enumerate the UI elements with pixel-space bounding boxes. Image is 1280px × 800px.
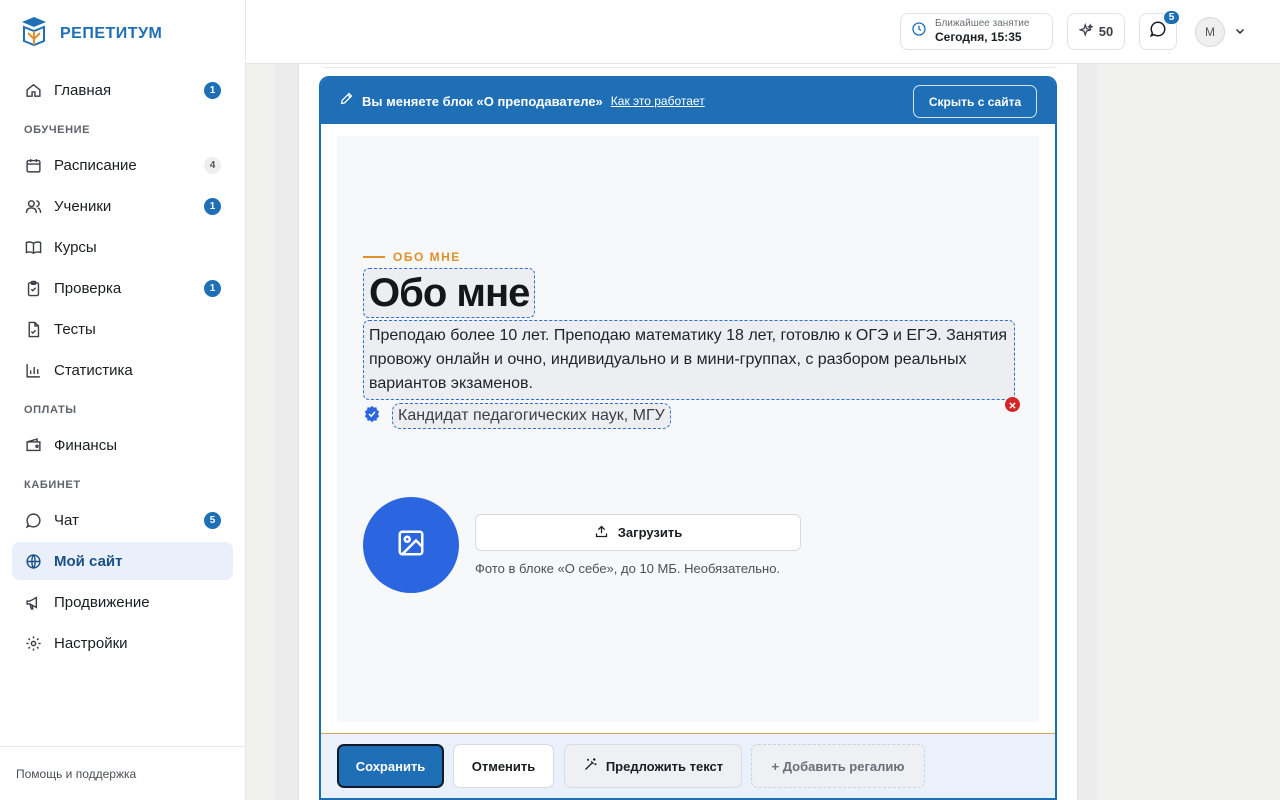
section-title-cabinet: КАБИНЕТ (24, 478, 81, 491)
sidebar-item-settings[interactable]: Настройки (12, 624, 233, 662)
sidebar: РЕПЕТИТУМ Главная 1 ОБУЧЕНИЕ Расписание … (0, 0, 246, 800)
sidebar-item-label: Курсы (54, 238, 97, 256)
suggest-label: Предложить текст (605, 758, 724, 774)
section-title-learning: ОБУЧЕНИЕ (24, 123, 91, 136)
review-badge: 1 (204, 280, 221, 297)
sidebar-item-schedule[interactable]: Расписание 4 (12, 146, 233, 184)
bar-chart-icon (24, 361, 42, 379)
save-button[interactable]: Сохранить (337, 744, 444, 788)
sidebar-item-tests[interactable]: Тесты (12, 310, 233, 348)
sidebar-item-label: Настройки (54, 634, 128, 652)
chat-badge: 5 (204, 512, 221, 529)
block-editor: Вы меняете блок «О преподавателе» Как эт… (319, 76, 1057, 800)
suggest-text-button[interactable]: Предложить текст (564, 744, 742, 788)
points-value: 50 (1098, 24, 1114, 39)
help-link[interactable]: Помощь и поддержка (0, 746, 245, 800)
sidebar-item-label: Проверка (54, 279, 122, 297)
close-icon (1009, 396, 1016, 414)
add-regalia-button[interactable]: + Добавить регалию (751, 744, 925, 788)
photo-placeholder[interactable] (363, 497, 459, 593)
wallet-icon (24, 436, 42, 454)
brand-name: РЕПЕТИТУМ (60, 24, 163, 42)
students-badge: 1 (204, 198, 221, 215)
hide-from-site-button[interactable]: Скрыть с сайта (913, 85, 1037, 118)
image-icon (396, 528, 426, 563)
magic-wand-icon (583, 757, 598, 775)
clock-icon (911, 21, 927, 42)
sidebar-item-chat[interactable]: Чат 5 (12, 501, 233, 539)
chat-bubble-icon (24, 511, 42, 529)
sparkles-icon (1078, 22, 1094, 41)
section-title-payments: ОПЛАТЫ (24, 403, 77, 416)
sidebar-item-label: Ученики (54, 197, 112, 215)
sidebar-item-label: Тесты (54, 320, 96, 338)
editor-banner-title: Вы меняете блок «О преподавателе» (362, 93, 603, 109)
editable-about-text[interactable]: Преподаю более 10 лет. Преподаю математи… (363, 320, 1015, 400)
sidebar-item-home[interactable]: Главная 1 (12, 71, 233, 109)
messages-badge: 5 (1163, 10, 1180, 25)
chat-bubble-icon (1149, 20, 1167, 43)
sidebar-item-label: Статистика (54, 361, 133, 379)
eyebrow-text: ОБО МНЕ (393, 250, 461, 264)
regalia-item: Кандидат педагогических наук, МГУ (363, 403, 671, 429)
sidebar-item-label: Мой сайт (54, 552, 123, 570)
sidebar-item-label: Чат (54, 511, 79, 529)
home-badge: 1 (204, 82, 221, 99)
pencil-icon (339, 91, 354, 111)
gear-icon (24, 634, 42, 652)
messages-button[interactable]: 5 (1139, 10, 1180, 50)
megaphone-icon (24, 593, 42, 611)
sidebar-item-label: Продвижение (54, 593, 150, 611)
sidebar-item-promo[interactable]: Продвижение (12, 583, 233, 621)
sidebar-item-label: Главная (54, 81, 112, 99)
upload-hint: Фото в блоке «О себе», до 10 МБ. Необяза… (475, 561, 781, 576)
schedule-badge: 4 (204, 157, 221, 174)
points-button[interactable]: 50 (1067, 13, 1125, 50)
sidebar-nav: Главная 1 ОБУЧЕНИЕ Расписание 4 Ученики … (12, 71, 233, 665)
sidebar-item-stats[interactable]: Статистика (12, 351, 233, 389)
cancel-button[interactable]: Отменить (453, 744, 554, 788)
verified-badge-icon (363, 405, 381, 428)
book-icon (24, 238, 42, 256)
sidebar-item-review[interactable]: Проверка 1 (12, 269, 233, 307)
sidebar-item-label: Расписание (54, 156, 137, 174)
upload-photo-button[interactable]: Загрузить (475, 514, 801, 551)
brand-logo[interactable]: РЕПЕТИТУМ (20, 15, 162, 52)
block-preview: ОБО МНЕ Обо мне Преподаю более 10 лет. П… (337, 136, 1039, 722)
remove-text-button[interactable] (1005, 397, 1020, 412)
editor-actions: Сохранить Отменить Предложить текст + До… (321, 733, 1055, 798)
sidebar-item-students[interactable]: Ученики 1 (12, 187, 233, 225)
logo-icon (20, 15, 48, 52)
sidebar-item-courses[interactable]: Курсы (12, 228, 233, 266)
calendar-icon (24, 156, 42, 174)
section-eyebrow: ОБО МНЕ (363, 250, 461, 264)
upload-icon (594, 524, 609, 542)
users-icon (24, 197, 42, 215)
topbar: Ближайшее занятие Сегодня, 15:35 50 5 М (246, 0, 1280, 64)
upload-label: Загрузить (617, 525, 683, 540)
next-lesson-time: Сегодня, 15:35 (935, 30, 1022, 44)
editable-heading[interactable]: Обо мне (363, 268, 536, 318)
home-icon (24, 81, 42, 99)
how-it-works-link[interactable]: Как это работает (611, 94, 705, 108)
next-lesson-widget[interactable]: Ближайшее занятие Сегодня, 15:35 (900, 13, 1053, 50)
avatar[interactable]: М (1195, 17, 1225, 47)
sidebar-item-my-site[interactable]: Мой сайт (12, 542, 233, 580)
chevron-down-icon[interactable] (1233, 24, 1247, 38)
sidebar-item-label: Финансы (54, 436, 117, 454)
file-check-icon (24, 320, 42, 338)
editable-regalia[interactable]: Кандидат педагогических наук, МГУ (392, 403, 671, 429)
next-lesson-label: Ближайшее занятие (935, 18, 1030, 29)
globe-icon (24, 552, 42, 570)
clipboard-check-icon (24, 279, 42, 297)
editor-banner: Вы меняете блок «О преподавателе» Как эт… (321, 78, 1055, 124)
sidebar-item-finance[interactable]: Финансы (12, 426, 233, 464)
